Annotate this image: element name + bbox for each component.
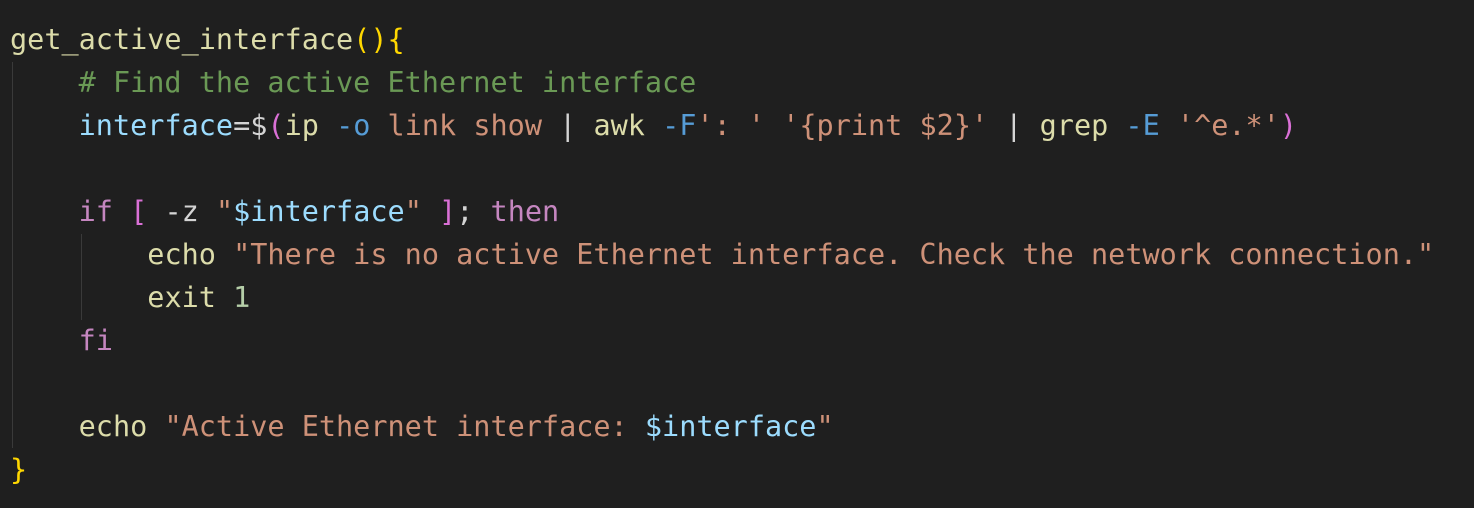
code-token: -F [662,109,697,142]
code-token: interface [78,109,234,142]
code-token: =$ [233,109,268,142]
code-token: -o [336,109,371,142]
code-line-11[interactable]: } [10,448,27,491]
code-token: "There is no active Ethernet interface. … [233,238,1435,271]
code-line-7[interactable]: exit 1 [10,276,250,319]
code-token: () [353,23,388,56]
code-line-3[interactable]: interface=$(ip -o link show | awk -F': '… [10,104,1297,147]
code-token: ] [439,195,457,228]
code-token: | [559,109,594,142]
code-token: ': ' '{print $2}' [696,109,1006,142]
code-token: echo [147,238,234,271]
code-token: } [10,453,28,486]
code-token: -z [164,195,216,228]
code-token: ( [267,109,285,142]
code-token: ; [456,195,491,228]
code-token: { [387,23,405,56]
code-token: -E [1125,109,1160,142]
code-token: ) [1279,109,1298,142]
code-token: " [215,195,234,228]
code-token: " [404,195,440,228]
code-token: link show [370,109,560,142]
code-line-2[interactable]: # Find the active Ethernet interface [10,61,697,104]
code-line-6[interactable]: echo "There is no active Ethernet interf… [10,233,1434,276]
code-token: awk [593,109,663,142]
code-token: "Active Ethernet interface: [164,410,645,443]
code-token: fi [78,324,113,357]
code-line-5[interactable]: if [ -z "$interface" ]; then [10,190,560,233]
code-token: echo [78,410,165,443]
code-token: '^e.*' [1159,109,1280,142]
code-token: # Find the active Ethernet interface [78,66,697,99]
code-line-8[interactable]: fi [10,319,113,362]
code-token: $interface [644,410,817,443]
code-token: 1 [233,281,251,314]
code-token: [ [130,195,165,228]
code-token: get_active_interface [10,23,354,56]
code-token: " [816,410,834,443]
code-line-1[interactable]: get_active_interface(){ [10,18,405,61]
code-line-10[interactable]: echo "Active Ethernet interface: $interf… [10,405,834,448]
code-token: ip [284,109,337,142]
code-token: | [1005,109,1040,142]
code-token: if [78,195,131,228]
code-token: $interface [233,195,405,228]
code-token: grep [1039,109,1126,142]
code-token: then [490,195,560,228]
code-token: exit [147,281,234,314]
code-editor[interactable]: get_active_interface(){ # Find the activ… [0,0,1474,508]
